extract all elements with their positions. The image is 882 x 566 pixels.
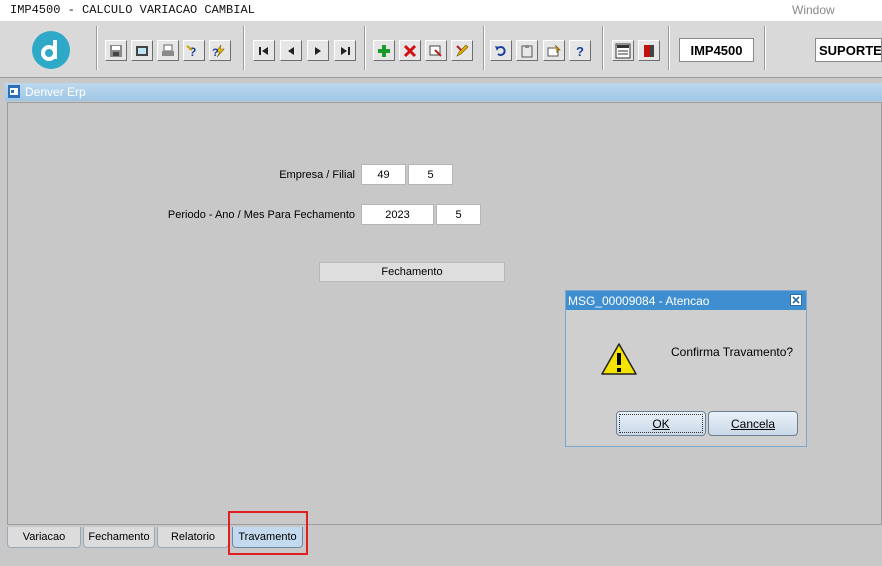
cancel-button[interactable]: Cancela [708,411,798,436]
toolbar-separator [364,26,365,70]
execute-query-icon[interactable]: ? [209,40,231,61]
empresa-filial-label: Empresa / Filial [279,169,355,181]
toolbar-separator [668,26,669,70]
dialog-title: MSG_00009084 - Atencao [568,294,710,308]
empresa-input[interactable]: 49 [361,164,406,185]
print-icon[interactable] [157,40,179,61]
menu-icon[interactable] [612,40,634,61]
confirm-dialog: MSG_00009084 - Atencao Confirma Travamen… [565,290,807,447]
app-title: IMP4500 - CALCULO VARIACAO CAMBIAL [10,3,255,17]
ok-button[interactable]: OK [616,411,706,436]
next-record-icon[interactable] [307,40,329,61]
first-record-icon[interactable] [253,40,275,61]
toolbar-separator [483,26,484,70]
query-help-icon[interactable]: ? [183,40,205,61]
fechamento-button[interactable]: Fechamento [319,262,505,282]
delete-record-icon[interactable] [399,40,421,61]
mes-input[interactable]: 5 [436,204,481,225]
toolbar-separator [96,26,97,70]
close-icon[interactable] [790,294,802,306]
help-icon[interactable]: ? [569,40,591,61]
periodo-label: Periodo - Ano / Mes Para Fechamento [167,209,355,221]
svg-text:?: ? [212,47,219,58]
last-record-icon[interactable] [334,40,356,61]
ok-button-label: OK [652,416,670,431]
filial-input[interactable]: 5 [408,164,453,185]
toolbar-separator [764,26,765,70]
dialog-title-bar: MSG_00009084 - Atencao [566,291,806,310]
tab-variacao[interactable]: Variacao [7,527,81,548]
undo-icon[interactable] [490,40,512,61]
form-icon [8,85,20,98]
user-field: SUPORTE( [815,38,882,62]
toolbar-separator [602,26,603,70]
svg-text:?: ? [576,44,584,58]
tab-relatorio[interactable]: Relatorio [157,527,229,548]
ano-input[interactable]: 2023 [361,204,434,225]
cancel-button-label: Cancela [730,416,776,431]
dialog-message: Confirma Travamento? [671,345,794,359]
clipboard-icon[interactable] [516,40,538,61]
exit-icon[interactable] [638,40,660,61]
inner-window-title: Denver Erp [25,85,86,99]
toolbar-separator [243,26,244,70]
module-code-field: IMP4500 [679,38,754,62]
insert-record-icon[interactable] [373,40,395,61]
app-title-bar: IMP4500 - CALCULO VARIACAO CAMBIAL Windo… [0,0,882,21]
tab-fechamento[interactable]: Fechamento [83,527,155,548]
warning-icon [601,343,637,375]
clear-record-icon[interactable] [425,40,447,61]
highlight-box [228,511,308,555]
window-icon[interactable] [131,40,153,61]
window-menu[interactable]: Window [792,3,835,17]
svg-text:?: ? [189,45,196,58]
denver-logo-icon [32,31,70,69]
inner-window-title-bar: Denver Erp [5,83,882,101]
save-icon[interactable] [105,40,127,61]
previous-record-icon[interactable] [280,40,302,61]
edit-icon[interactable] [451,40,473,61]
list-values-icon[interactable] [543,40,565,61]
